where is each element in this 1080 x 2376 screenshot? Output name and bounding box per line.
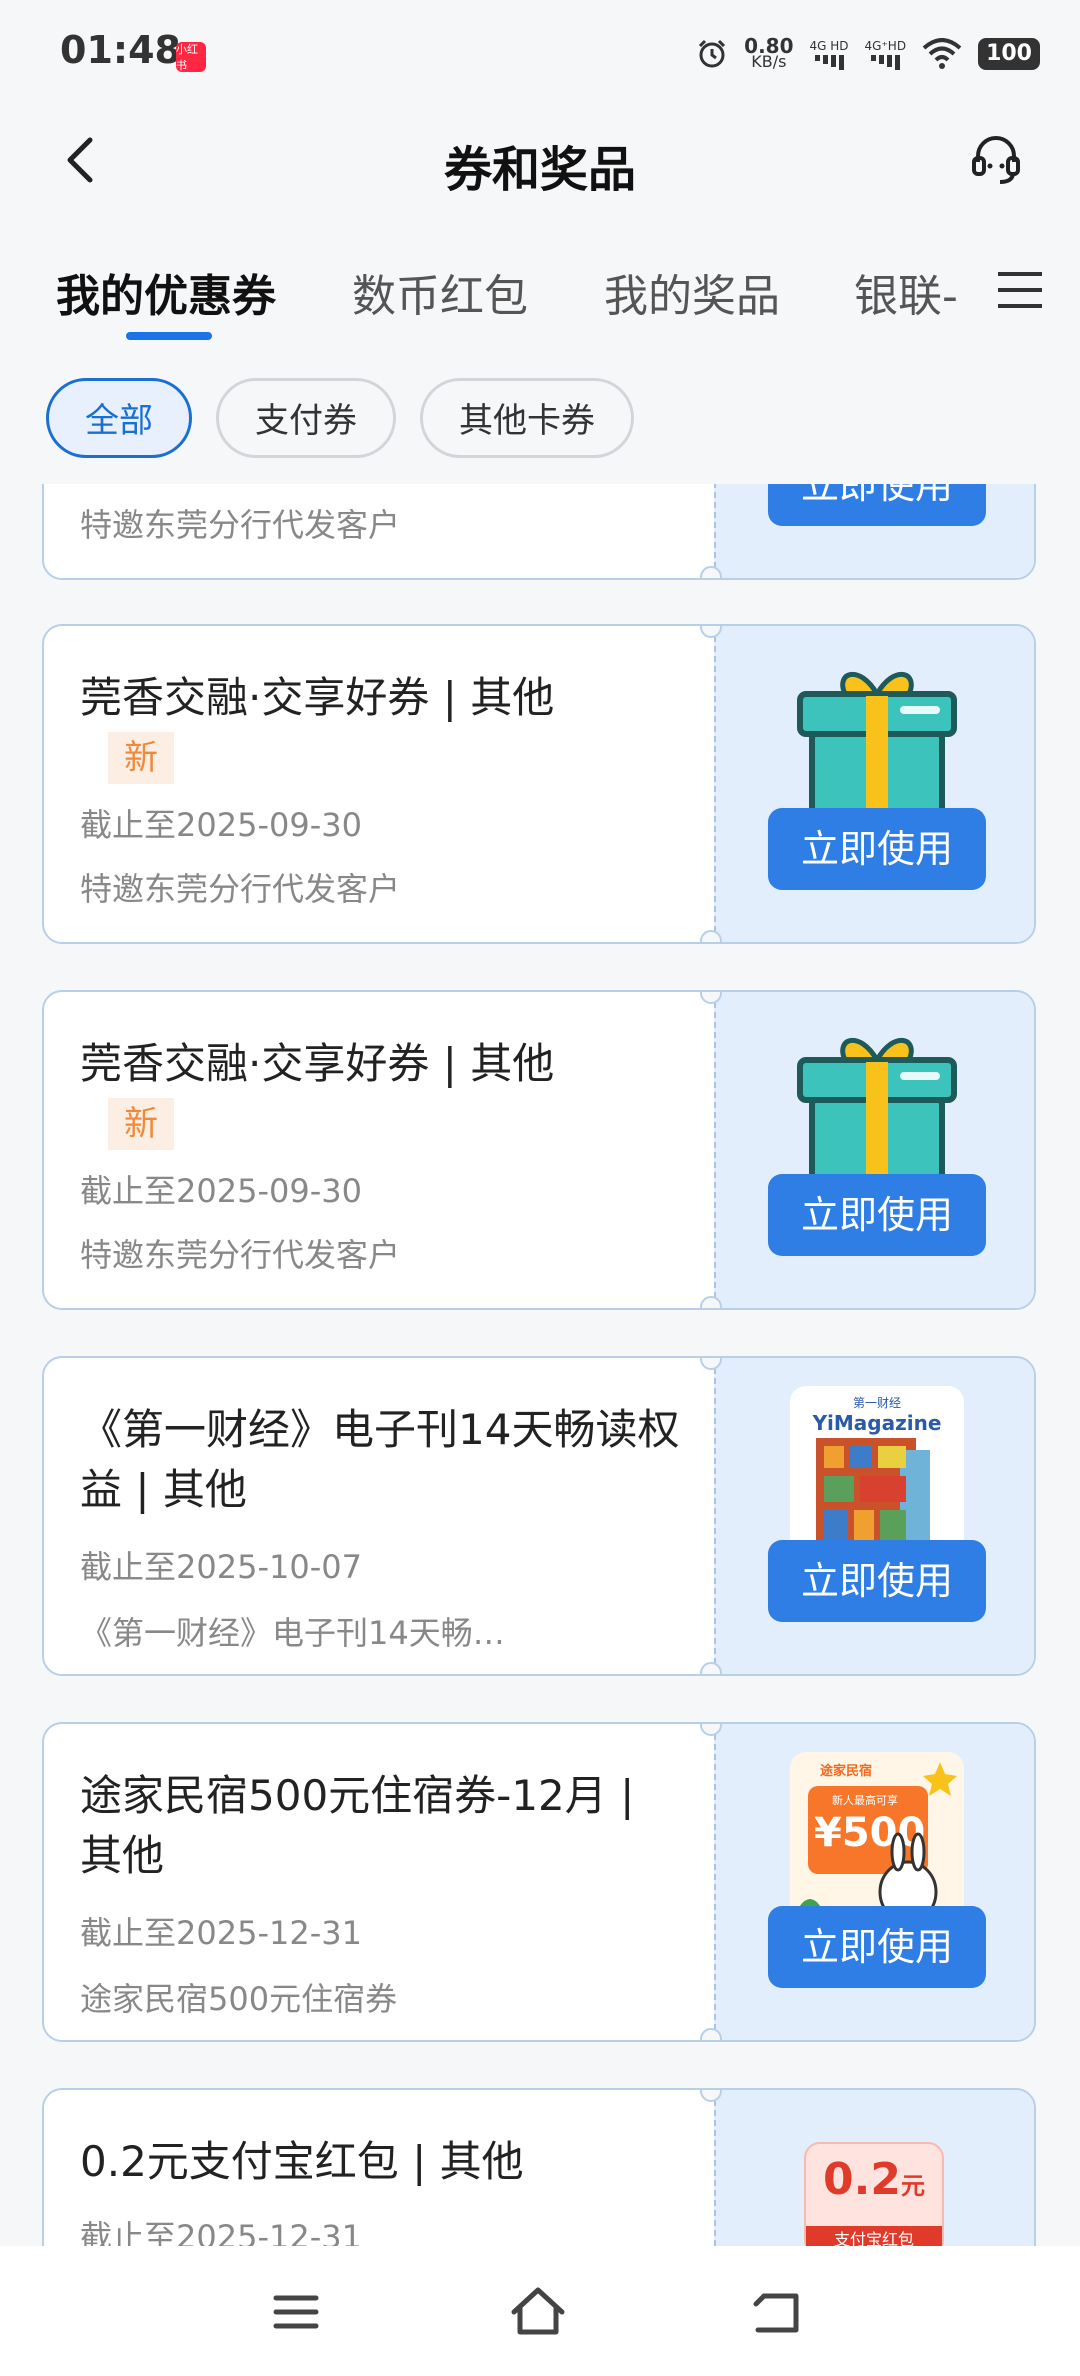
coupon-title: 0.2元支付宝红包 | 其他 [80, 2137, 524, 2186]
coupon-title: 《第一财经》电子刊14天畅读权益 | 其他 [80, 1405, 680, 1514]
use-now-button[interactable]: 立即使用 [768, 808, 986, 890]
tab-unionpay[interactable]: 银联- [854, 260, 958, 324]
tujia-voucher-thumbnail: 途家民宿 新人最高可享 ¥500 [790, 1752, 964, 1926]
tab-my-coupons[interactable]: 我的优惠券 [56, 260, 276, 324]
use-now-button[interactable]: 立即使用 [768, 1540, 986, 1622]
page-title: 券和奖品 [443, 142, 636, 198]
coupon-card[interactable]: 莞香交融·交享好券 | 其他 新 截止至2025-09-30 特邀东莞分行代发客… [42, 624, 1036, 944]
use-now-button[interactable]: 立即使用 [768, 1906, 986, 1988]
coupon-title: 莞香交融·交享好券 | 其他 [80, 1039, 555, 1088]
app-header: 券和奖品 [0, 110, 1080, 210]
menu-icon[interactable] [992, 260, 1048, 320]
alarm-icon [699, 39, 726, 68]
coupon-title: 途家民宿500元住宿券-12月 | 其他 [80, 1771, 635, 1880]
coupon-card[interactable]: 途家民宿500元住宿券-12月 | 其他 截止至2025-12-31 途家民宿5… [42, 1722, 1036, 2042]
battery-icon: 100 [978, 38, 1040, 70]
filter-payment-coupon[interactable]: 支付券 [216, 378, 396, 458]
coupon-expiry: 截止至2025-09-30 [80, 806, 362, 844]
coupon-desc: 途家民宿500元住宿券 [80, 1980, 398, 2018]
coupon-list[interactable]: 特邀东莞分行代发客户 立即使用 莞香交融·交享好券 | 其他 新 截止至2025… [0, 484, 1080, 2246]
coupon-desc: 特邀东莞分行代发客户 [80, 506, 401, 544]
coupon-card[interactable]: 莞香交融·交享好券 | 其他 新 截止至2025-09-30 特邀东莞分行代发客… [42, 990, 1036, 1310]
signal-sim1-icon: 4G HD [810, 39, 849, 70]
system-nav-bar [0, 2246, 1080, 2376]
coupon-expiry: 截止至2025-12-31 [80, 2218, 362, 2246]
net-speed: 0.80 KB/s [744, 34, 794, 71]
tab-indicator [126, 332, 212, 340]
coupon-desc: 特邀东莞分行代发客户 [80, 870, 401, 908]
coupon-expiry: 截止至2025-10-07 [80, 1548, 362, 1586]
coupon-expiry: 截止至2025-09-30 [80, 1172, 362, 1210]
recent-apps-icon[interactable] [266, 2282, 326, 2342]
tab-my-prizes[interactable]: 我的奖品 [604, 260, 780, 324]
gift-icon [797, 672, 957, 817]
back-nav-icon[interactable] [748, 2282, 808, 2342]
coupon-title: 莞香交融·交享好券 | 其他 [80, 673, 555, 722]
alipay-red-packet-thumbnail: 0.2元 支付宝红包 [804, 2142, 944, 2246]
use-now-button[interactable]: 立即使用 [768, 484, 986, 526]
status-bar: 01:48 小红书 0.80 KB/s 4G HD 4G⁺HD 100 [0, 0, 1080, 110]
xiaohongshu-notification-icon: 小红书 [176, 42, 206, 72]
coupon-card[interactable]: 《第一财经》电子刊14天畅读权益 | 其他 截止至2025-10-07 《第一财… [42, 1356, 1036, 1676]
home-icon[interactable] [508, 2282, 568, 2342]
coupon-expiry: 截止至2025-12-31 [80, 1914, 362, 1952]
signal-sim2-icon: 4G⁺HD [865, 39, 906, 70]
filter-chips: 全部 支付券 其他卡券 [46, 378, 634, 458]
gift-icon [797, 1038, 957, 1183]
customer-service-icon[interactable] [968, 132, 1024, 188]
coupon-desc: 《第一财经》电子刊14天畅… [80, 1614, 505, 1652]
filter-other-cards[interactable]: 其他卡券 [420, 378, 634, 458]
tab-digital-red-packets[interactable]: 数币红包 [352, 260, 528, 324]
coupon-tabs: 我的优惠券 数币红包 我的奖品 银联- [0, 240, 1080, 350]
coupon-card[interactable]: 0.2元支付宝红包 | 其他 截止至2025-12-31 0.2元 支付宝红包 [42, 2088, 1036, 2246]
magazine-thumbnail: 第一财经 YiMagazine [790, 1386, 964, 1560]
new-badge: 新 [108, 1098, 174, 1150]
new-badge: 新 [108, 732, 174, 784]
coupon-card[interactable]: 特邀东莞分行代发客户 立即使用 [42, 484, 1036, 580]
wifi-icon [922, 38, 962, 69]
status-time: 01:48 [60, 28, 181, 72]
use-now-button[interactable]: 立即使用 [768, 1174, 986, 1256]
coupon-desc: 特邀东莞分行代发客户 [80, 1236, 401, 1274]
filter-all[interactable]: 全部 [46, 378, 192, 458]
